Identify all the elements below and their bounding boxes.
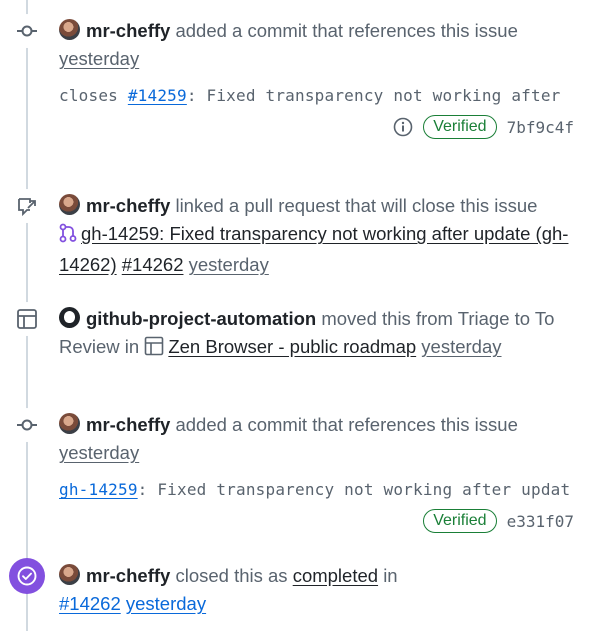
avatar[interactable] <box>59 564 80 585</box>
event-text: mr-cheffy added a commit that references… <box>59 411 582 467</box>
github-logo-icon[interactable] <box>59 307 80 328</box>
avatar[interactable] <box>59 19 80 40</box>
verified-badge[interactable]: Verified <box>423 115 497 139</box>
timestamp-link[interactable]: yesterday <box>421 336 501 357</box>
commit-message-prefix: closes <box>59 86 128 105</box>
pull-request-number-link[interactable]: #14262 <box>59 593 121 614</box>
table-icon <box>10 302 44 336</box>
event-action: added a commit that references this issu… <box>175 414 518 435</box>
event-text: mr-cheffy closed this as completed in #1… <box>59 562 582 618</box>
actor-link[interactable]: mr-cheffy <box>86 414 170 435</box>
event-action: added a commit that references this issu… <box>175 20 518 41</box>
commit-message-text: : Fixed transparency not working after u… <box>137 480 571 499</box>
commit-message: gh-14259: Fixed transparency not working… <box>59 480 574 499</box>
commit-sha-link[interactable]: e331f07 <box>507 512 574 531</box>
commit-sha-link[interactable]: 7bf9c4f <box>507 118 574 137</box>
actor-link[interactable]: mr-cheffy <box>86 195 170 216</box>
event-action: closed this as <box>175 565 288 586</box>
actor-link[interactable]: mr-cheffy <box>86 20 170 41</box>
avatar[interactable] <box>59 194 80 215</box>
commit-message-text: : Fixed transparency not working after <box>186 86 561 105</box>
commit-message: closes #14259: Fixed transparency not wo… <box>59 86 574 105</box>
verified-badge[interactable]: Verified <box>423 509 497 533</box>
event-action: linked a pull request that will close th… <box>175 195 538 216</box>
issue-reference-link[interactable]: #14259 <box>128 86 187 105</box>
event-text: mr-cheffy added a commit that references… <box>59 17 582 73</box>
event-text: mr-cheffy linked a pull request that wil… <box>59 192 582 279</box>
actor-link[interactable]: github-project-automation <box>86 308 316 329</box>
cross-reference-icon <box>10 189 44 223</box>
project-link[interactable]: Zen Browser - public roadmap <box>168 336 416 357</box>
close-reason-link[interactable]: completed <box>293 565 378 586</box>
timestamp-link[interactable]: yesterday <box>189 254 269 275</box>
issue-reference-link[interactable]: gh-14259 <box>59 480 138 499</box>
issue-closed-icon <box>9 558 45 594</box>
commit-meta: Verified e331f07 <box>423 509 574 533</box>
avatar[interactable] <box>59 413 80 434</box>
actor-link[interactable]: mr-cheffy <box>86 565 170 586</box>
timestamp-link[interactable]: yesterday <box>59 48 139 69</box>
info-icon[interactable] <box>393 117 413 137</box>
commit-meta: Verified 7bf9c4f <box>393 115 574 139</box>
project-table-icon <box>144 336 164 364</box>
timestamp-link[interactable]: yesterday <box>59 442 139 463</box>
git-commit-icon <box>10 14 44 48</box>
event-text: github-project-automation moved this fro… <box>59 305 582 364</box>
git-pull-request-icon <box>59 223 77 251</box>
timestamp-link[interactable]: yesterday <box>126 593 206 614</box>
pull-request-number-link[interactable]: #14262 <box>122 254 184 275</box>
git-commit-icon <box>10 408 44 442</box>
event-action-suffix: in <box>383 565 398 586</box>
